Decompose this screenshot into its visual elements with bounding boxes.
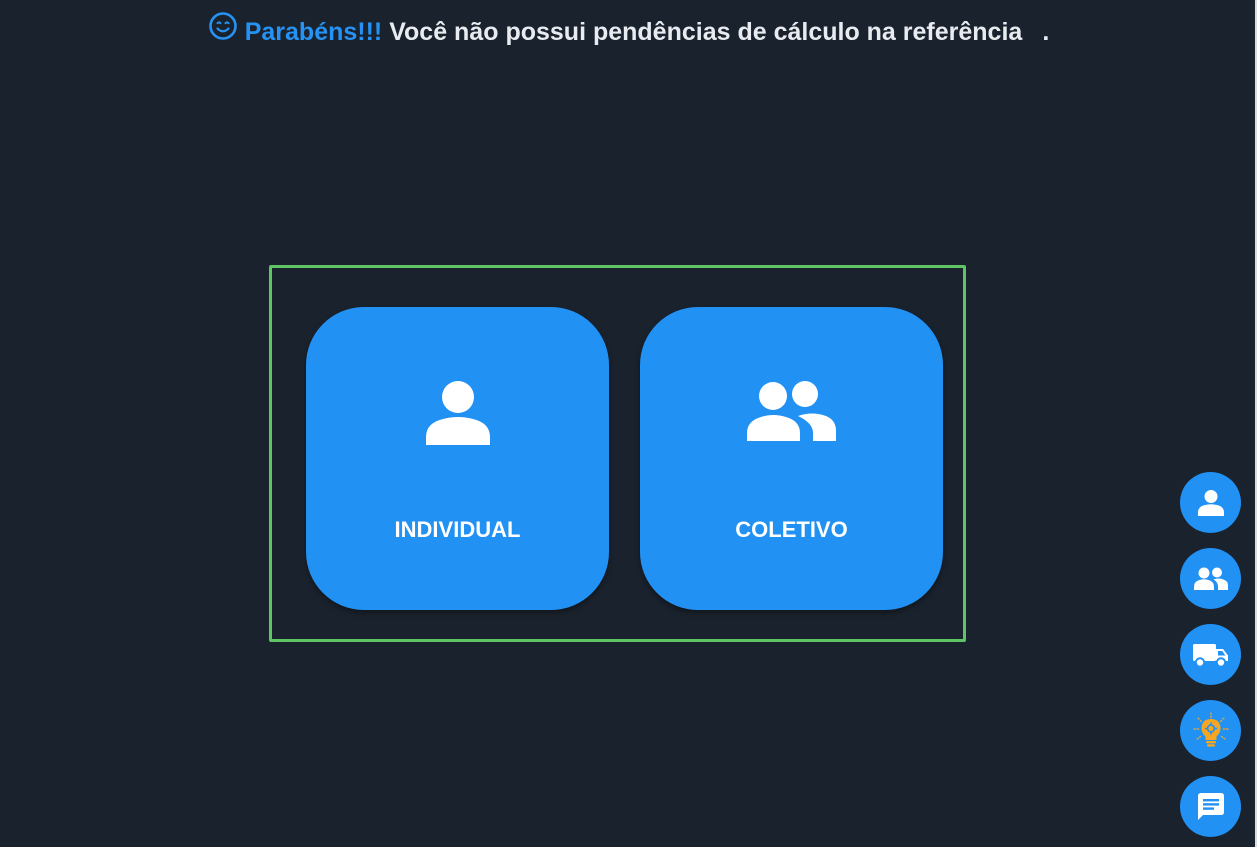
smile-icon xyxy=(208,11,238,51)
status-message: Você não possui pendências de cálculo na… xyxy=(382,18,1023,46)
status-banner: Parabéns!!! Você não possui pendências d… xyxy=(0,11,1257,51)
side-action-coletivo[interactable] xyxy=(1180,548,1241,609)
side-action-chat[interactable] xyxy=(1180,776,1241,837)
chat-icon xyxy=(1197,792,1224,820)
truck-icon xyxy=(1192,643,1228,668)
coletivo-label: COLETIVO xyxy=(735,517,848,542)
lightbulb-icon xyxy=(1192,711,1229,747)
side-action-delivery[interactable] xyxy=(1180,624,1241,685)
group-icon xyxy=(1193,567,1228,590)
individual-button[interactable]: INDIVIDUAL xyxy=(306,307,609,610)
congrats-text: Parabéns!!! xyxy=(244,18,383,46)
side-action-tips[interactable] xyxy=(1180,700,1241,761)
message-period: . xyxy=(1042,18,1050,46)
person-icon xyxy=(425,381,490,445)
person-icon xyxy=(1197,489,1224,516)
individual-label: INDIVIDUAL xyxy=(394,517,521,542)
side-action-individual[interactable] xyxy=(1180,472,1241,533)
group-icon xyxy=(746,381,836,441)
coletivo-button[interactable]: COLETIVO xyxy=(640,307,943,610)
